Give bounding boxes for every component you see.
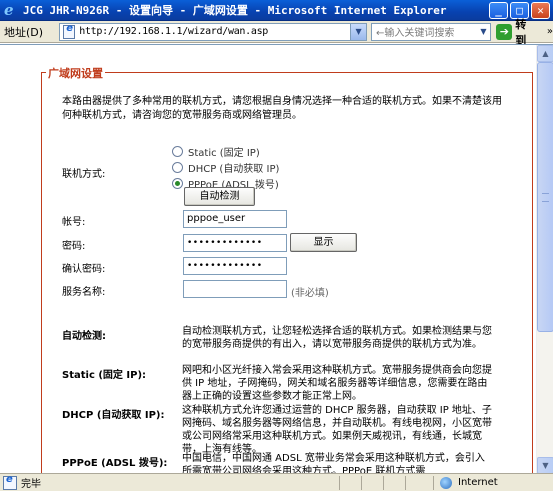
address-input[interactable]: http://192.168.1.1/wizard/wan.asp ▼ bbox=[59, 22, 368, 41]
radio-dhcp-label: DHCP (自动获取 IP) bbox=[188, 164, 280, 175]
show-password-button[interactable]: 显示 bbox=[290, 233, 357, 252]
security-zone: Internet bbox=[433, 475, 498, 490]
help-term-static: Static (固定 IP): bbox=[62, 370, 147, 381]
radio-dhcp-button[interactable] bbox=[172, 162, 183, 173]
intro-text: 本路由器提供了多种常用的联机方式，请您根据自身情况选择一种合适的联机方式。如果不… bbox=[62, 96, 502, 121]
search-placeholder: ←输入关键词搜索 bbox=[376, 28, 455, 39]
ie-logo-icon: e bbox=[4, 1, 14, 19]
password-label: 密码: bbox=[62, 241, 86, 252]
scroll-up-icon[interactable]: ▲ bbox=[537, 45, 553, 62]
service-name-label: 服务名称: bbox=[62, 287, 106, 298]
service-name-input[interactable] bbox=[183, 280, 287, 298]
confirm-password-label: 确认密码: bbox=[62, 264, 106, 275]
page-done-icon bbox=[3, 474, 17, 490]
account-input[interactable]: pppoe_user bbox=[183, 210, 287, 228]
autodetect-button[interactable]: 自动检测 bbox=[184, 187, 255, 206]
window-titlebar: e JCG JHR-N926R - 设置向导 - 广域网设置 - Microso… bbox=[0, 0, 553, 21]
zone-label: Internet bbox=[458, 477, 498, 488]
help-desc-dhcp: 这种联机方式允许您通过运营的 DHCP 服务器，自动获取 IP 地址、子网掩码、… bbox=[182, 405, 492, 455]
help-desc-pppoe: 中国电信，中国网通 ADSL 宽带业务常会采用这种联机方式，会引入所需宽带公司网… bbox=[182, 453, 485, 473]
connection-type-label: 联机方式: bbox=[62, 169, 106, 180]
status-cell bbox=[361, 475, 383, 490]
account-label: 帐号: bbox=[62, 217, 86, 228]
radio-static-button[interactable] bbox=[172, 146, 183, 157]
radio-pppoe-button[interactable] bbox=[172, 178, 183, 189]
service-optional-note: (非必填) bbox=[291, 288, 329, 299]
page-area: 广域网设置 本路由器提供了多种常用的联机方式，请您根据自身情况选择一种合适的联机… bbox=[0, 45, 536, 473]
address-dropdown-icon[interactable]: ▼ bbox=[350, 23, 367, 40]
password-input[interactable]: ••••••••••••• bbox=[183, 234, 287, 252]
scroll-thumb[interactable] bbox=[537, 62, 553, 332]
globe-icon bbox=[440, 476, 452, 489]
radio-dhcp[interactable]: DHCP (自动获取 IP) bbox=[172, 160, 279, 175]
help-desc-autodetect: 自动检测联机方式，让您轻松选择合适的联机方式。如果检测结果与您的宽带服务商提供的… bbox=[182, 326, 492, 350]
go-button[interactable]: ➔ 转到 bbox=[496, 16, 536, 48]
status-cell bbox=[339, 475, 361, 490]
address-bar: 地址(D) http://192.168.1.1/wizard/wan.asp … bbox=[0, 18, 553, 47]
search-input[interactable]: ←输入关键词搜索 ▼ bbox=[371, 22, 492, 41]
confirm-password-input[interactable]: ••••••••••••• bbox=[183, 257, 287, 275]
content-viewport: 广域网设置 本路由器提供了多种常用的联机方式，请您根据自身情况选择一种合适的联机… bbox=[0, 44, 553, 473]
status-bar: 完毕 Internet bbox=[0, 473, 553, 491]
go-arrow-icon: ➔ bbox=[496, 23, 513, 40]
help-term-pppoe: PPPoE (ADSL 拨号): bbox=[62, 458, 168, 469]
search-dropdown-icon[interactable]: ▼ bbox=[476, 24, 490, 40]
vertical-scrollbar[interactable]: ▲ ▼ bbox=[536, 45, 553, 473]
status-cell bbox=[383, 475, 405, 490]
radio-static[interactable]: Static (固定 IP) bbox=[172, 144, 260, 159]
go-label: 转到 bbox=[515, 17, 527, 47]
page-icon bbox=[63, 23, 76, 39]
status-cell bbox=[405, 475, 427, 490]
radio-static-label: Static (固定 IP) bbox=[188, 148, 260, 159]
help-term-autodetect: 自动检测: bbox=[62, 331, 106, 342]
wan-legend: 广域网设置 bbox=[46, 65, 105, 81]
window-title: JCG JHR-N926R - 设置向导 - 广域网设置 - Microsoft… bbox=[23, 4, 447, 17]
scroll-down-icon[interactable]: ▼ bbox=[537, 457, 553, 473]
help-desc-static: 网吧和小区光纤接入常会采用这种联机方式。宽带服务提供商会向您提供 IP 地址，子… bbox=[182, 365, 492, 402]
address-url: http://192.168.1.1/wizard/wan.asp bbox=[79, 26, 269, 37]
address-label: 地址(D) bbox=[4, 25, 44, 39]
status-text: 完毕 bbox=[21, 479, 41, 490]
links-chevron-icon[interactable]: » bbox=[547, 26, 553, 37]
help-term-dhcp: DHCP (自动获取 IP): bbox=[62, 410, 165, 421]
